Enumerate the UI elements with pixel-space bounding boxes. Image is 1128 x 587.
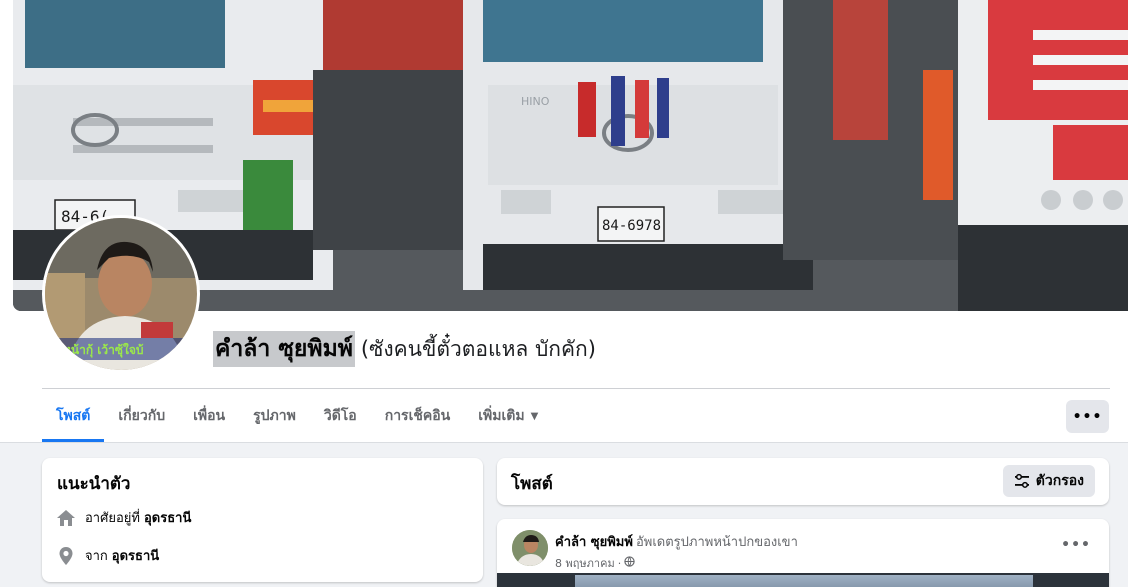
tab-photos[interactable]: รูปภาพ <box>239 390 310 442</box>
tab-friends[interactable]: เพื่อน <box>179 390 239 442</box>
posts-title: โพสต์ <box>511 474 553 494</box>
filter-sliders-icon <box>1014 473 1030 489</box>
from-prefix: จาก <box>85 549 108 564</box>
lives-in-prefix: อาศัยอยู่ที่ <box>85 511 140 526</box>
post-image[interactable] <box>497 573 1109 587</box>
svg-text:เพหน้ากุ้ เว้าซุ้ใจบ้: เพหน้ากุ้ เว้าซุ้ใจบ้ <box>51 342 144 358</box>
post-separator: · <box>617 556 622 570</box>
profile-name: คำล้า ซุยพิมพ์ (ซังคนขี้ตั๋วตอแหล บักคัก… <box>213 330 596 368</box>
tab-label: เกี่ยวกับ <box>118 408 166 424</box>
location-pin-icon <box>56 546 76 566</box>
profile-avatar[interactable]: เพหน้ากุ้ เว้าซุ้ใจบ้ <box>42 215 200 373</box>
header-divider <box>42 388 1110 389</box>
post-author-name[interactable]: คำล้า ซุยพิมพ์ <box>555 535 633 550</box>
tab-label: โพสต์ <box>56 408 91 424</box>
post-date[interactable]: 8 พฤษภาคม <box>555 554 615 572</box>
tab-posts[interactable]: โพสต์ <box>42 390 105 442</box>
tab-videos[interactable]: วิดีโอ <box>310 390 371 442</box>
tab-label: เพิ่มเติม <box>478 408 525 424</box>
profile-alternate-name: (ซังคนขี้ตั๋วตอแหล บักคัก) <box>360 336 596 361</box>
post-headline: คำล้า ซุยพิมพ์ อัพเดตรูปภาพหน้าปกของเขา <box>555 531 798 552</box>
profile-more-button[interactable]: ••• <box>1066 400 1109 433</box>
tab-label: รูปภาพ <box>253 408 296 424</box>
profile-name-main: คำล้า ซุยพิมพ์ <box>213 331 355 367</box>
from-place[interactable]: อุดรธานี <box>112 545 159 566</box>
profile-header: 84-6(… HINO 84-6978 เพหน้ากุ้ เว้าซุ้ใจบ… <box>0 0 1128 443</box>
tab-more[interactable]: เพิ่มเติม ▼ <box>464 390 552 442</box>
intro-card: แนะนำตัว อาศัยอยู่ที่ อุดรธานี จาก อุดรธ… <box>42 458 483 582</box>
intro-from: จาก อุดรธานี <box>56 545 159 566</box>
post-meta: คำล้า ซุยพิมพ์ อัพเดตรูปภาพหน้าปกของเขา 8… <box>555 531 798 572</box>
svg-text:HINO: HINO <box>521 95 550 108</box>
post-subline: 8 พฤษภาคม · <box>555 554 798 572</box>
avatar-image: เพหน้ากุ้ เว้าซุ้ใจบ้ <box>45 218 197 370</box>
filter-button[interactable]: ตัวกรอง <box>1002 465 1095 497</box>
post-image-content <box>575 575 1033 587</box>
posts-header-card: โพสต์ ตัวกรอง <box>497 458 1109 505</box>
tab-checkins[interactable]: การเช็คอิน <box>371 390 465 442</box>
filter-label: ตัวกรอง <box>1035 473 1084 489</box>
post-author-avatar[interactable] <box>512 530 548 566</box>
svg-text:84-6978: 84-6978 <box>602 218 661 234</box>
profile-tabs: โพสต์ เกี่ยวกับ เพื่อน รูปภาพ วิดีโอ การ… <box>42 390 552 442</box>
caret-down-icon: ▼ <box>530 410 539 422</box>
intro-title: แนะนำตัว <box>57 474 131 494</box>
tab-label: วิดีโอ <box>323 408 357 424</box>
post-action-text: อัพเดตรูปภาพหน้าปกของเขา <box>635 535 798 550</box>
tab-label: เพื่อน <box>193 408 226 424</box>
post-menu-button[interactable]: ••• <box>1061 537 1091 553</box>
tab-about[interactable]: เกี่ยวกับ <box>104 390 179 442</box>
lives-in-place[interactable]: อุดรธานี <box>144 507 191 528</box>
tab-label: การเช็คอิน <box>384 408 451 424</box>
post-card: คำล้า ซุยพิมพ์ อัพเดตรูปภาพหน้าปกของเขา 8… <box>497 519 1109 587</box>
home-icon <box>56 508 76 528</box>
intro-lives-in: อาศัยอยู่ที่ อุดรธานี <box>56 507 191 528</box>
globe-icon <box>624 556 635 570</box>
